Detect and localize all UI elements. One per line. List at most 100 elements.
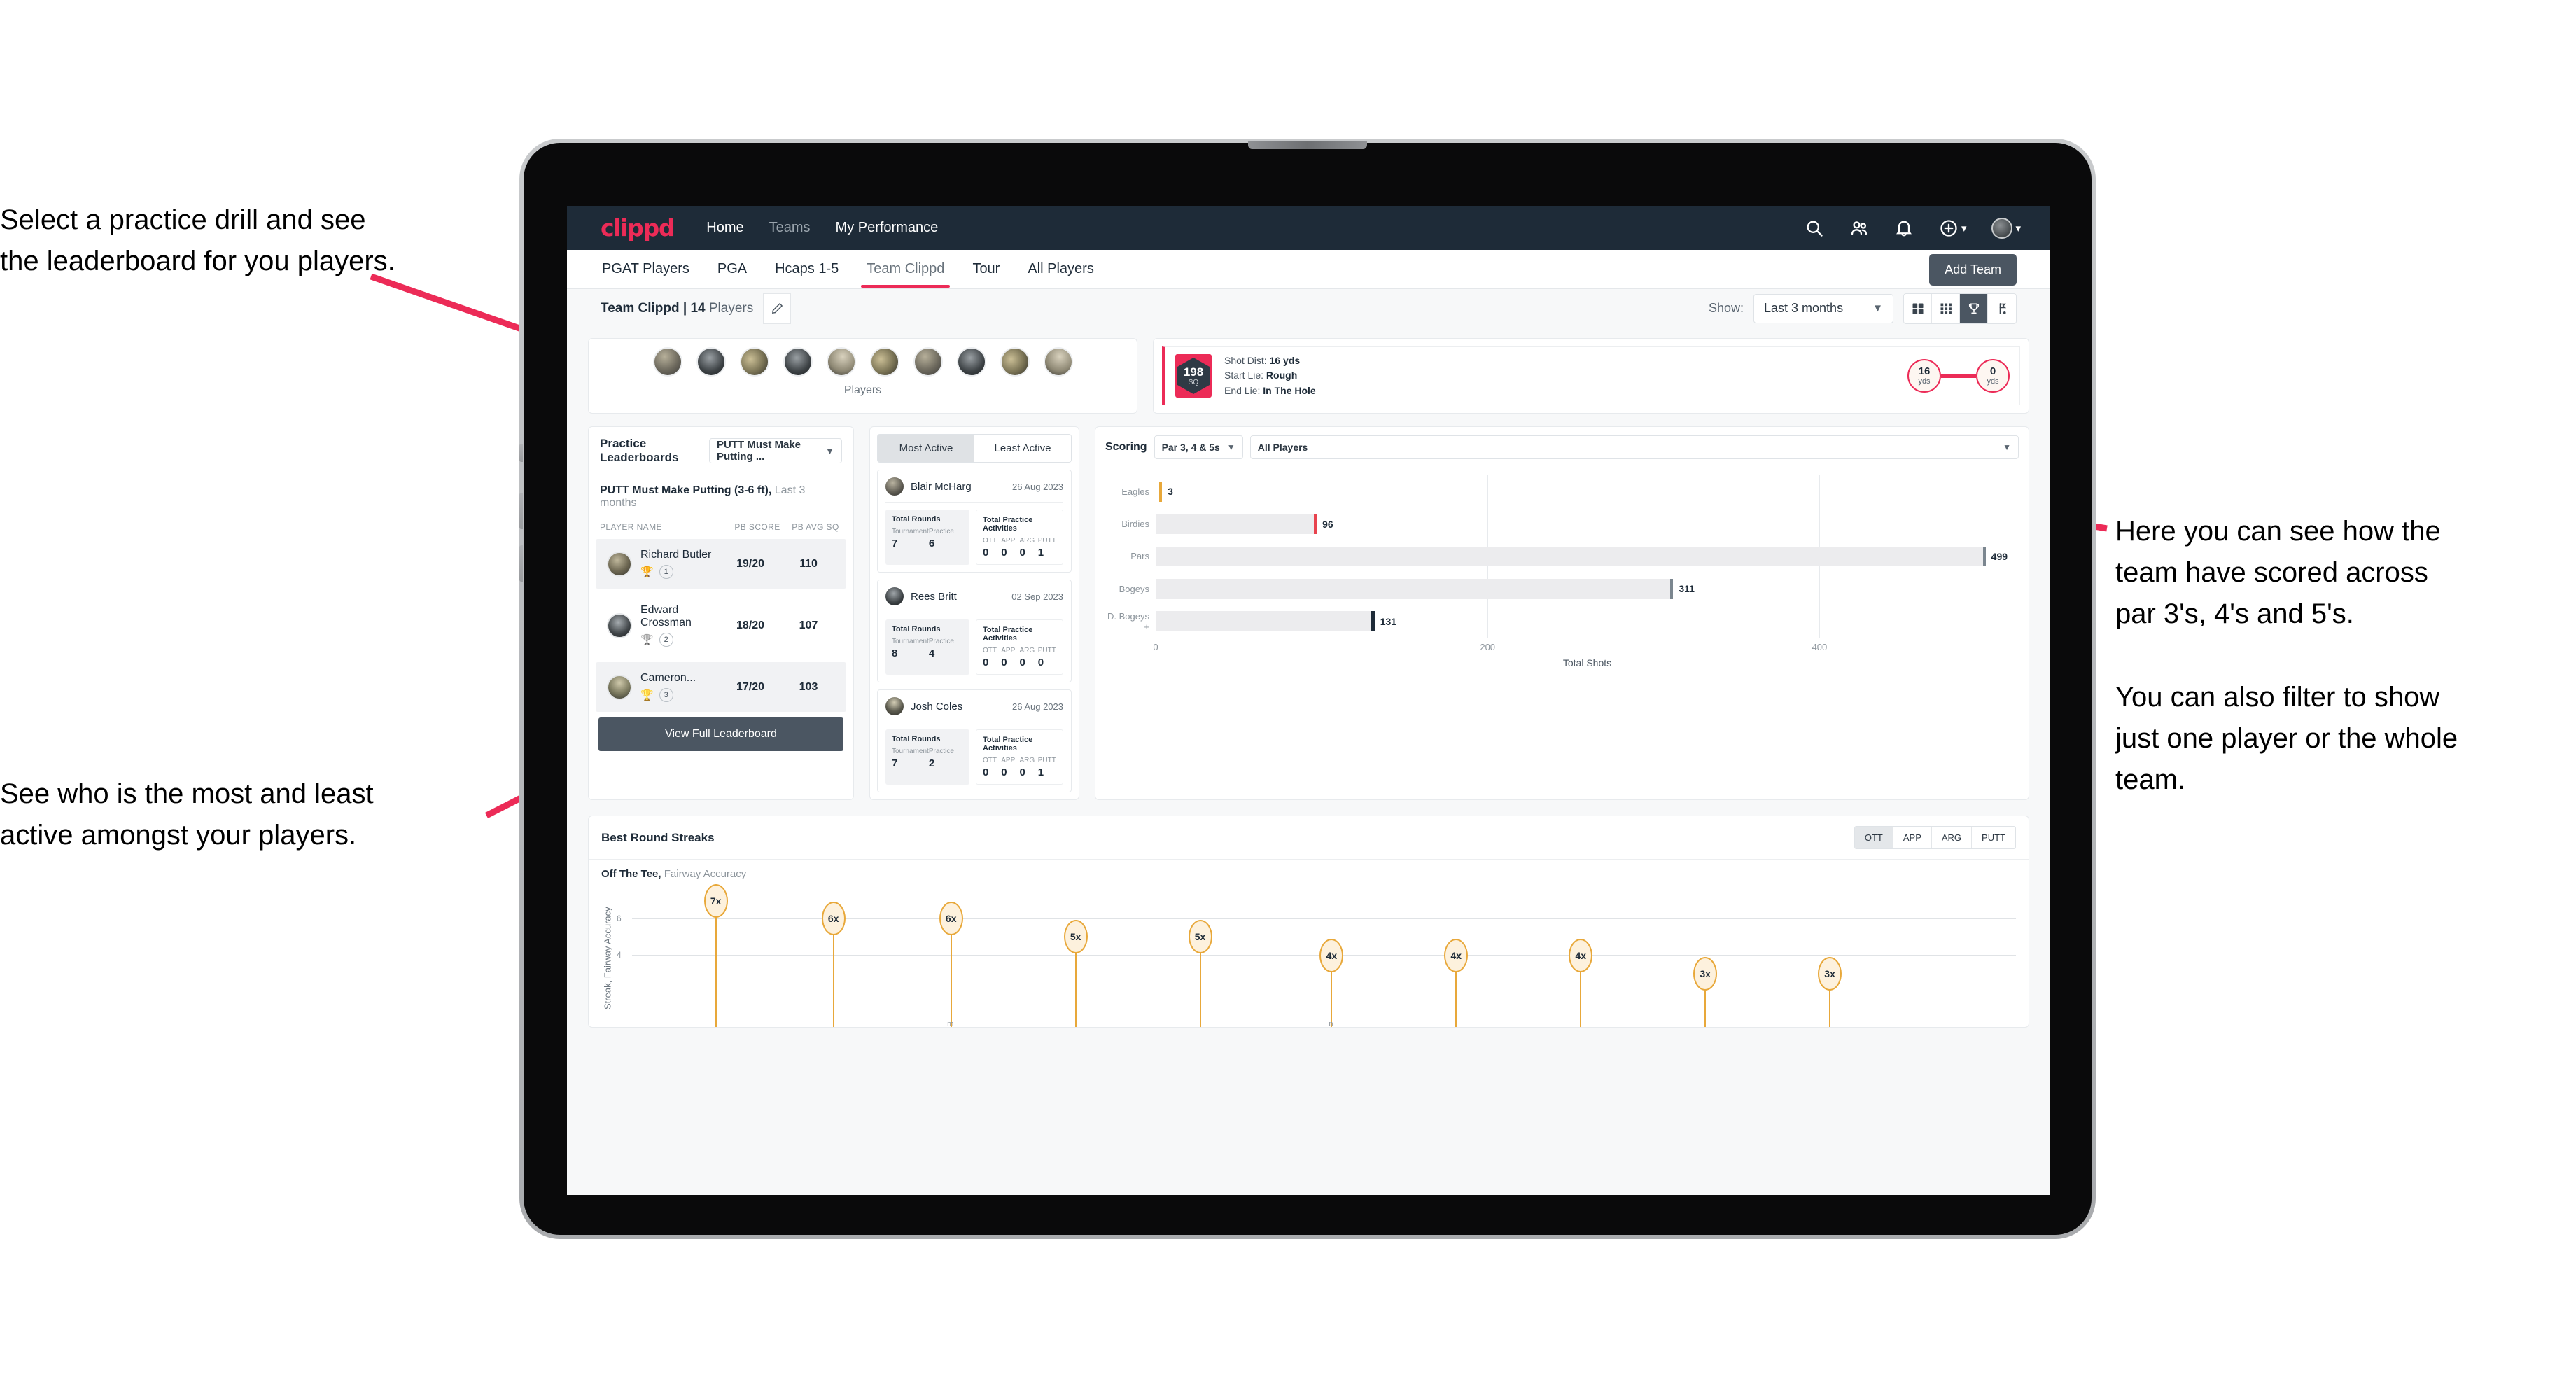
plus-circle-icon[interactable] bbox=[1939, 218, 1959, 238]
total-rounds-title: Total Rounds bbox=[892, 515, 941, 524]
shot-distance-visual: 16 yds 0 yds bbox=[1907, 359, 2010, 393]
pb-avg-sq: 107 bbox=[799, 619, 818, 631]
total-rounds-title: Total Rounds bbox=[892, 735, 941, 743]
tab-app[interactable]: APP bbox=[1893, 827, 1932, 848]
col-tournament: Tournament bbox=[892, 748, 929, 755]
tab-pgat-players[interactable]: PGAT Players bbox=[601, 251, 691, 287]
annotation-leaderboard: Select a practice drill and see the lead… bbox=[0, 204, 396, 277]
team-name: Team Clippd | 14 bbox=[601, 300, 706, 316]
shot-detail-inner: 198 SQ Shot Dist: 16 yds Start Lie: Roug… bbox=[1162, 346, 2020, 405]
tab-hcaps-1-5[interactable]: Hcaps 1-5 bbox=[774, 251, 840, 287]
streak-label: 6x bbox=[939, 902, 963, 936]
avatar[interactable] bbox=[869, 347, 899, 377]
drill-select[interactable]: PUTT Must Make Putting ... ▼ bbox=[709, 438, 842, 463]
trophy-icon[interactable] bbox=[1960, 293, 1988, 323]
add-menu[interactable]: ▾ bbox=[1939, 218, 1966, 238]
scoring-header: Scoring Par 3, 4 & 5s ▼ All Players ▼ bbox=[1096, 427, 2029, 468]
tab-team-clippd[interactable]: Team Clippd bbox=[861, 251, 951, 288]
flag-icon[interactable] bbox=[1988, 294, 2016, 323]
people-icon[interactable] bbox=[1849, 218, 1869, 238]
bar-label: Bogeys bbox=[1119, 583, 1149, 594]
top-navbar: clippd Home Teams My Performance ▾ ▾ bbox=[567, 206, 2050, 250]
total-rounds-box: Total Rounds Tournament 7 Practice 2 bbox=[886, 729, 969, 785]
leaderboard-subtitle: PUTT Must Make Putting (3-6 ft), Last 3 … bbox=[600, 484, 806, 509]
app-screen: clippd Home Teams My Performance ▾ ▾ PGA… bbox=[567, 206, 2050, 1195]
activity-card: Most Active Least Active Blair McHarg 26… bbox=[869, 426, 1079, 800]
avatar[interactable] bbox=[826, 347, 856, 377]
value-ott: 0 bbox=[983, 766, 989, 778]
practice-activities-values: OTT 0 APP 0 ARG 0 PUTT 1 bbox=[983, 537, 1056, 559]
player-name: Edward Crossman bbox=[640, 604, 692, 629]
player-name: Richard Butler bbox=[640, 549, 712, 561]
col-ott: OTT bbox=[983, 647, 997, 654]
shot-detail-lines: Shot Dist: 16 yds Start Lie: Rough End L… bbox=[1224, 354, 1316, 398]
avatar[interactable] bbox=[652, 347, 682, 377]
tab-pga[interactable]: PGA bbox=[716, 251, 748, 287]
streak-marker: 7x bbox=[704, 883, 728, 1027]
screenshot-stage: Select a practice drill and see the lead… bbox=[0, 0, 2576, 1386]
player-badges: 🏆 2 bbox=[640, 633, 719, 647]
col-tournament: Tournament bbox=[892, 638, 929, 645]
streaks-y-label: Streak, Fairway Accuracy bbox=[602, 906, 613, 1010]
clippd-logo[interactable]: clippd bbox=[601, 214, 676, 241]
col-app: APP bbox=[1001, 757, 1016, 764]
streak-marker: 3x bbox=[1693, 956, 1718, 1027]
nav-link-home[interactable]: Home bbox=[706, 220, 743, 236]
y-tick: 6 bbox=[617, 913, 622, 924]
add-team-button[interactable]: Add Team bbox=[1929, 254, 2017, 286]
list-item[interactable]: Blair McHarg 26 Aug 2023 Total Rounds To… bbox=[877, 470, 1072, 573]
avatar[interactable] bbox=[1000, 347, 1030, 377]
col-tournament: Tournament bbox=[892, 528, 929, 536]
player-filter-select[interactable]: All Players ▼ bbox=[1250, 435, 2019, 459]
table-row[interactable]: Edward Crossman 🏆 2 18/20 107 bbox=[596, 594, 846, 657]
scoring-chart: Eagles 3 Birdies 96 Pars 499 Bogeys 311 … bbox=[1105, 475, 2019, 638]
tab-least-active[interactable]: Least Active bbox=[974, 435, 1071, 462]
par-select[interactable]: Par 3, 4 & 5s ▼ bbox=[1154, 435, 1243, 459]
tab-tour[interactable]: Tour bbox=[971, 251, 1001, 287]
bell-icon[interactable] bbox=[1894, 218, 1914, 238]
drill-select-value: PUTT Must Make Putting ... bbox=[717, 439, 802, 463]
avatar[interactable] bbox=[696, 347, 726, 377]
tab-most-active[interactable]: Most Active bbox=[878, 435, 974, 462]
activity-item-body: Total Rounds Tournament 7 Practice 2 Total… bbox=[886, 729, 1063, 785]
chevron-down-icon: ▼ bbox=[825, 445, 834, 456]
date-range-select[interactable]: Last 3 months ▼ bbox=[1754, 293, 1893, 323]
value-putt: 0 bbox=[1037, 657, 1044, 668]
value-practice: 6 bbox=[928, 538, 935, 550]
practice-activities-title: Total Practice Activities bbox=[983, 516, 1033, 533]
tab-arg[interactable]: ARG bbox=[1931, 827, 1973, 848]
avatar[interactable] bbox=[913, 347, 943, 377]
col-practice: Practice bbox=[928, 748, 954, 755]
value-putt: 1 bbox=[1037, 766, 1044, 778]
player-name: Josh Coles bbox=[911, 700, 963, 713]
grid-large-icon[interactable] bbox=[1904, 293, 1932, 323]
activity-date: 26 Aug 2023 bbox=[1011, 701, 1063, 712]
start-distance-marker: 16 yds bbox=[1907, 359, 1941, 393]
tab-putt[interactable]: PUTT bbox=[1972, 827, 2015, 848]
avatar[interactable] bbox=[739, 347, 769, 377]
table-row[interactable]: Cameron... 🏆 3 17/20 103 bbox=[596, 662, 846, 712]
avatar[interactable] bbox=[956, 347, 986, 377]
side-button-3 bbox=[519, 545, 523, 582]
table-row[interactable]: Richard Butler 🏆 1 19/20 110 bbox=[596, 539, 846, 589]
rank-badge: 1 bbox=[659, 565, 673, 579]
list-item[interactable]: Josh Coles 26 Aug 2023 Total Rounds Tour… bbox=[877, 690, 1072, 792]
list-item[interactable]: Rees Britt 02 Sep 2023 Total Rounds Tour… bbox=[877, 580, 1072, 682]
tab-all-players[interactable]: All Players bbox=[1026, 251, 1095, 287]
avatar[interactable] bbox=[1043, 347, 1073, 377]
avatar[interactable] bbox=[783, 347, 813, 377]
nav-link-teams[interactable]: Teams bbox=[769, 220, 811, 236]
view-full-leaderboard-button[interactable]: View Full Leaderboard bbox=[598, 718, 844, 751]
search-icon[interactable] bbox=[1805, 218, 1824, 238]
scoring-x-axis: 0 200 400 bbox=[1105, 642, 2019, 656]
nav-link-my-performance[interactable]: My Performance bbox=[836, 220, 939, 236]
team-toolbar: Team Clippd | 14 Players Show: Last 3 mo… bbox=[567, 289, 2050, 328]
total-rounds-values: Tournament 8 Practice 4 bbox=[892, 638, 963, 659]
team-players-suffix: Players bbox=[705, 300, 754, 316]
tab-ott[interactable]: OTT bbox=[1854, 827, 1893, 848]
col-putt: PUTT bbox=[1037, 757, 1056, 764]
profile-menu[interactable]: ▾ bbox=[1991, 217, 2021, 239]
avatar[interactable] bbox=[1991, 217, 2013, 239]
grid-small-icon[interactable] bbox=[1932, 293, 1960, 323]
edit-team-button[interactable] bbox=[763, 293, 792, 324]
